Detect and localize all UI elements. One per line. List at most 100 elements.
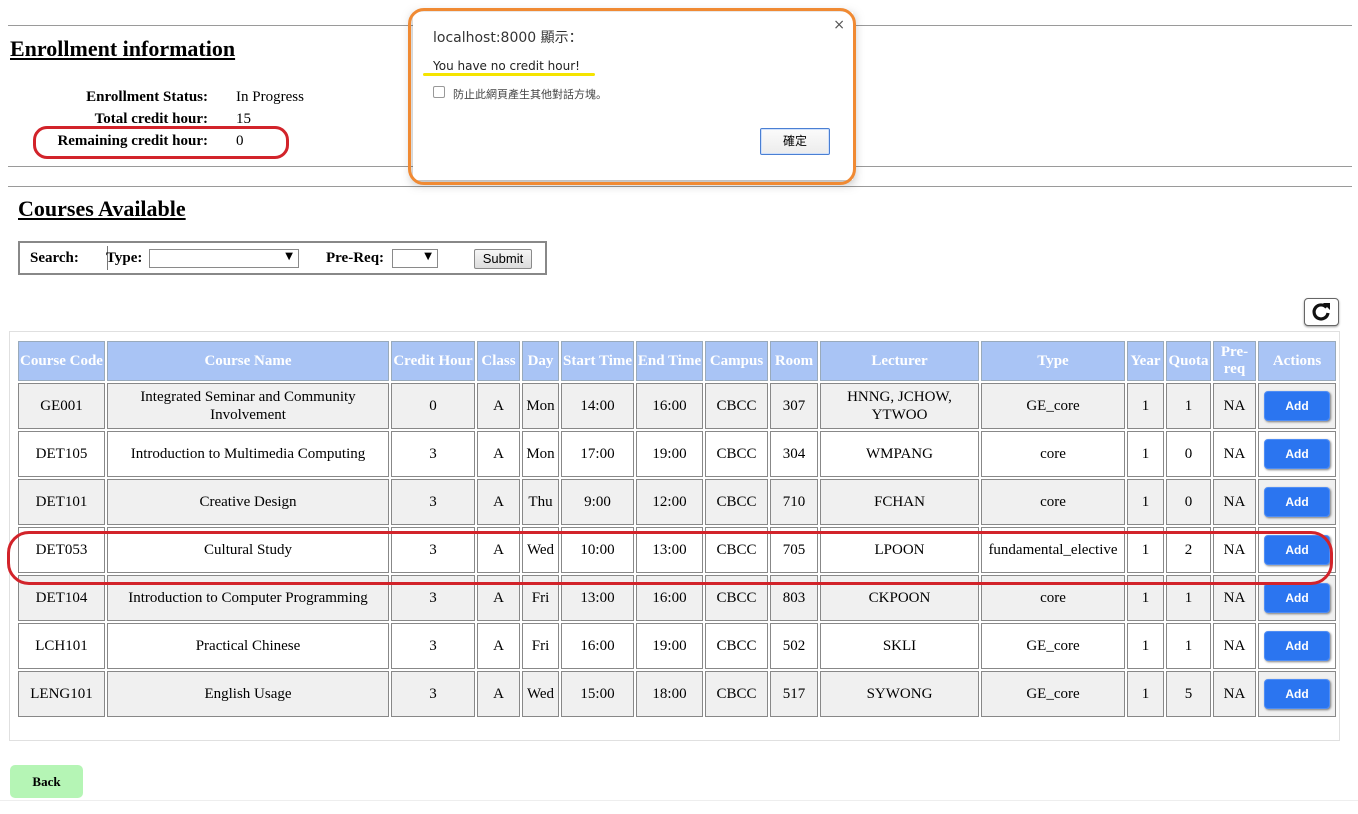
chevron-down-icon: ▼ — [285, 251, 293, 262]
campus-cell: CBCC — [705, 623, 768, 669]
total-credit-label: Total credit hour: — [94, 111, 208, 127]
suppress-dialogs-label: 防止此網頁產生其他對話方塊。 — [453, 88, 607, 101]
close-icon[interactable]: × — [833, 17, 845, 33]
suppress-dialogs-checkbox[interactable] — [433, 86, 445, 98]
actions-cell: Add — [1258, 527, 1336, 573]
campus-cell: CBCC — [705, 383, 768, 429]
actions-cell: Add — [1258, 623, 1336, 669]
col-prereq: Pre-req — [1213, 341, 1256, 381]
actions-cell: Add — [1258, 383, 1336, 429]
remaining-credit-value: 0 — [236, 133, 244, 149]
room-cell: 304 — [770, 431, 818, 477]
table-row: LENG101 English Usage 3 A Wed 15:00 18:0… — [18, 671, 1336, 717]
add-course-button[interactable]: Add — [1264, 487, 1330, 517]
start-time-cell: 15:00 — [561, 671, 634, 717]
type-cell: GE_core — [981, 623, 1125, 669]
year-cell: 1 — [1127, 479, 1164, 525]
type-cell: GE_core — [981, 383, 1125, 429]
table-row: DET101 Creative Design 3 A Thu 9:00 12:0… — [18, 479, 1336, 525]
day-cell: Fri — [522, 623, 559, 669]
end-time-cell: 18:00 — [636, 671, 703, 717]
day-cell: Mon — [522, 383, 559, 429]
room-cell: 803 — [770, 575, 818, 621]
campus-cell: CBCC — [705, 431, 768, 477]
class-cell: A — [477, 431, 520, 477]
add-course-button[interactable]: Add — [1264, 391, 1330, 421]
course-code-cell: DET104 — [18, 575, 105, 621]
credit-hour-cell: 3 — [391, 431, 475, 477]
year-cell: 1 — [1127, 623, 1164, 669]
lecturer-cell: FCHAN — [820, 479, 979, 525]
col-quota: Quota — [1166, 341, 1211, 381]
prereq-cell: NA — [1213, 383, 1256, 429]
refresh-button[interactable] — [1304, 298, 1339, 326]
quota-cell: 1 — [1166, 383, 1211, 429]
credit-hour-cell: 3 — [391, 671, 475, 717]
add-course-button[interactable]: Add — [1264, 583, 1330, 613]
room-cell: 502 — [770, 623, 818, 669]
type-cell: core — [981, 431, 1125, 477]
course-code-cell: DET105 — [18, 431, 105, 477]
col-class: Class — [477, 341, 520, 381]
ok-button[interactable]: 確定 — [760, 128, 830, 155]
end-time-cell: 12:00 — [636, 479, 703, 525]
courses-heading: Courses Available — [18, 196, 186, 221]
campus-cell: CBCC — [705, 479, 768, 525]
col-room: Room — [770, 341, 818, 381]
room-cell: 710 — [770, 479, 818, 525]
class-cell: A — [477, 623, 520, 669]
table-header-row: Course Code Course Name Credit Hour Clas… — [18, 341, 1336, 381]
quota-cell: 5 — [1166, 671, 1211, 717]
day-cell: Mon — [522, 431, 559, 477]
type-cell: core — [981, 479, 1125, 525]
end-time-cell: 19:00 — [636, 431, 703, 477]
actions-cell: Add — [1258, 431, 1336, 477]
prereq-cell: NA — [1213, 575, 1256, 621]
prereq-select[interactable]: ▼ — [392, 249, 438, 268]
prereq-cell: NA — [1213, 527, 1256, 573]
quota-cell: 2 — [1166, 527, 1211, 573]
start-time-cell: 10:00 — [561, 527, 634, 573]
start-time-cell: 16:00 — [561, 623, 634, 669]
type-cell: GE_core — [981, 671, 1125, 717]
actions-cell: Add — [1258, 671, 1336, 717]
add-course-button[interactable]: Add — [1264, 679, 1330, 709]
back-button[interactable]: Back — [10, 765, 83, 798]
add-course-button[interactable]: Add — [1264, 439, 1330, 469]
lecturer-cell: SKLI — [820, 623, 979, 669]
quota-cell: 1 — [1166, 623, 1211, 669]
courses-table: Course Code Course Name Credit Hour Clas… — [16, 339, 1338, 719]
col-campus: Campus — [705, 341, 768, 381]
room-cell: 307 — [770, 383, 818, 429]
add-course-button[interactable]: Add — [1264, 631, 1330, 661]
end-time-cell: 19:00 — [636, 623, 703, 669]
type-label: Type: — [106, 250, 143, 266]
credit-hour-cell: 0 — [391, 383, 475, 429]
lecturer-cell: CKPOON — [820, 575, 979, 621]
search-form: Search: Type: ▼ Pre-Req: ▼ Submit — [18, 241, 547, 275]
col-day: Day — [522, 341, 559, 381]
col-type: Type — [981, 341, 1125, 381]
col-start-time: Start Time — [561, 341, 634, 381]
table-row: GE001 Integrated Seminar and Community I… — [18, 383, 1336, 429]
type-select[interactable]: ▼ — [149, 249, 299, 268]
lecturer-cell: SYWONG — [820, 671, 979, 717]
prereq-label: Pre-Req: — [326, 250, 385, 266]
credit-hour-cell: 3 — [391, 623, 475, 669]
col-actions: Actions — [1258, 341, 1336, 381]
submit-button[interactable]: Submit — [474, 249, 532, 269]
col-end-time: End Time — [636, 341, 703, 381]
dialog-title: localhost:8000 顯示： — [433, 30, 583, 46]
class-cell: A — [477, 575, 520, 621]
actions-cell: Add — [1258, 479, 1336, 525]
year-cell: 1 — [1127, 431, 1164, 477]
end-time-cell: 16:00 — [636, 575, 703, 621]
course-code-cell: DET101 — [18, 479, 105, 525]
class-cell: A — [477, 671, 520, 717]
add-course-button[interactable]: Add — [1264, 535, 1330, 565]
chevron-down-icon: ▼ — [424, 251, 432, 262]
actions-cell: Add — [1258, 575, 1336, 621]
status-label: Enrollment Status: — [86, 89, 208, 105]
prereq-cell: NA — [1213, 431, 1256, 477]
course-code-cell: GE001 — [18, 383, 105, 429]
